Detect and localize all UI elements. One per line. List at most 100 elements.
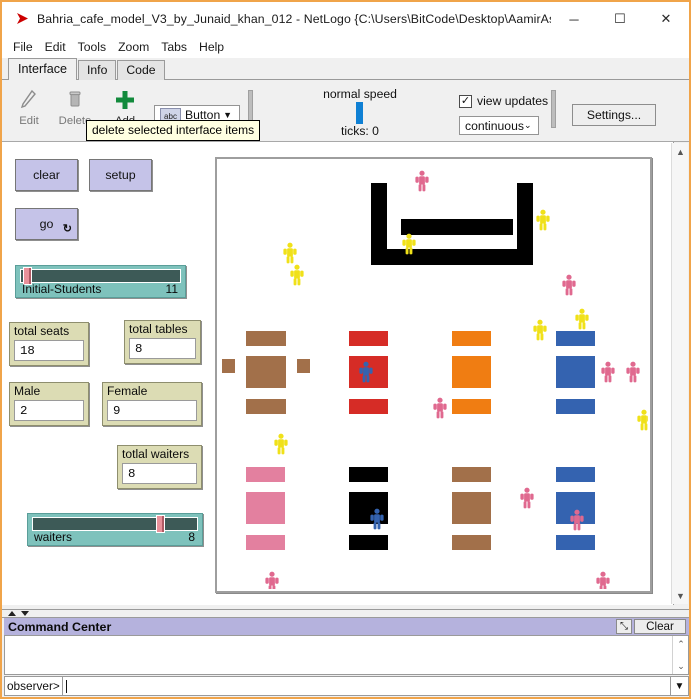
person-pink-icon: [519, 487, 535, 514]
delete-tooltip: delete selected interface items: [86, 120, 260, 141]
total-seats-value: 18: [14, 340, 84, 361]
netlogo-arrow-icon: [9, 12, 35, 27]
total-tables-value: 8: [129, 338, 196, 359]
slider-thumb-2[interactable]: [156, 515, 165, 533]
minimize-button[interactable]: ─: [551, 2, 597, 36]
view-updates-label: view updates: [477, 94, 548, 108]
world-seat: [297, 359, 310, 373]
tab-info[interactable]: Info: [78, 60, 116, 80]
world-seat: [246, 467, 285, 482]
clear-button-label: clear: [33, 168, 60, 182]
collapse-up-icon[interactable]: [8, 611, 16, 616]
speed-slider-thumb[interactable]: [356, 102, 363, 124]
go-button-label: go: [40, 217, 54, 231]
toolbar-separator-2: [551, 90, 556, 128]
world-seat: [349, 331, 388, 346]
female-monitor[interactable]: Female 9: [102, 382, 202, 426]
observer-prompt-label: observer>: [4, 676, 62, 696]
clear-button[interactable]: clear: [15, 159, 78, 191]
scroll-up-arrow[interactable]: ▲: [672, 143, 689, 160]
interface-canvas: clear setup go ↻ Initial-Students 11 tot…: [2, 142, 674, 605]
menu-help[interactable]: Help: [193, 38, 230, 56]
command-input[interactable]: [62, 676, 671, 696]
scroll-down-arrow[interactable]: ▼: [672, 587, 689, 604]
world-seat: [349, 467, 388, 482]
interface-scrollbar[interactable]: ▲ ▼: [671, 143, 688, 604]
person-pink-icon: [600, 361, 616, 388]
close-button[interactable]: ✕: [643, 2, 689, 36]
edit-tool-label: Edit: [19, 115, 38, 127]
setup-button[interactable]: setup: [89, 159, 152, 191]
world-seat: [452, 535, 491, 550]
world-seat: [349, 399, 388, 414]
person-blue-icon: [369, 508, 385, 535]
total-waiters-value: 8: [122, 463, 197, 484]
person-yellow-icon: [535, 209, 551, 236]
expand-icon[interactable]: ⤡: [616, 619, 632, 634]
history-dropdown-button[interactable]: ▼: [671, 676, 689, 696]
person-pink-icon: [414, 170, 430, 197]
edit-tool-button[interactable]: Edit: [6, 85, 52, 135]
total-tables-monitor[interactable]: total tables 8: [124, 320, 201, 364]
world-seat: [222, 359, 235, 373]
collapse-down-icon[interactable]: [21, 611, 29, 616]
command-center-output[interactable]: ⌃ ⌄: [4, 635, 689, 675]
update-mode-select[interactable]: continuous ⌄: [459, 116, 539, 135]
world-seat: [556, 535, 595, 550]
go-button[interactable]: go ↻: [15, 208, 78, 240]
menu-tools[interactable]: Tools: [72, 38, 112, 56]
view-updates-checkbox[interactable]: ✓ view updates: [459, 94, 548, 108]
plus-icon: [114, 89, 136, 111]
male-monitor[interactable]: Male 2: [9, 382, 89, 426]
world-counter-wall-right: [517, 183, 533, 265]
person-pink-icon: [561, 274, 577, 301]
clear-output-button[interactable]: Clear: [634, 619, 686, 634]
netlogo-window: Bahria_cafe_model_V3_by_Junaid_khan_012 …: [0, 0, 691, 699]
checkbox-check-icon: ✓: [459, 95, 472, 108]
output-scrollbar[interactable]: ⌃ ⌄: [672, 636, 688, 674]
tab-code[interactable]: Code: [117, 60, 164, 80]
output-scroll-up-icon[interactable]: ⌃: [673, 637, 689, 651]
update-mode-value: continuous: [465, 119, 524, 133]
world-seat: [556, 399, 595, 414]
female-value: 9: [107, 400, 197, 421]
tab-interface[interactable]: Interface: [8, 58, 77, 80]
waiters-slider[interactable]: waiters 8: [27, 513, 203, 546]
menu-edit[interactable]: Edit: [39, 38, 72, 56]
male-caption: Male: [14, 384, 40, 398]
world-counter-wall-bottom: [371, 249, 533, 265]
total-tables-caption: total tables: [129, 322, 188, 336]
menu-zoom[interactable]: Zoom: [112, 38, 155, 56]
title-bar: Bahria_cafe_model_V3_by_Junaid_khan_012 …: [2, 2, 689, 36]
maximize-button[interactable]: ☐: [597, 2, 643, 36]
world-view[interactable]: [215, 157, 652, 593]
person-pink-icon: [432, 397, 448, 424]
output-scroll-down-icon[interactable]: ⌄: [673, 659, 689, 673]
initial-students-slider-label: Initial-Students: [22, 282, 101, 296]
chevron-down-icon: ▼: [223, 110, 232, 120]
person-yellow-icon: [273, 433, 289, 460]
ticks-label: ticks: 0: [285, 124, 435, 138]
menu-tabs[interactable]: Tabs: [155, 38, 193, 56]
person-yellow-icon: [532, 319, 548, 346]
menu-file[interactable]: File: [7, 38, 39, 56]
window-title: Bahria_cafe_model_V3_by_Junaid_khan_012 …: [35, 12, 551, 26]
trash-icon: [65, 89, 85, 111]
slider-track-2[interactable]: [32, 517, 198, 531]
waiters-slider-label: waiters: [34, 530, 72, 544]
settings-button[interactable]: Settings...: [572, 104, 656, 126]
command-center-header: Command Center ⤡ Clear: [4, 618, 689, 635]
slider-track[interactable]: [20, 269, 181, 283]
initial-students-slider[interactable]: Initial-Students 11: [15, 265, 186, 298]
command-center-divider[interactable]: [2, 609, 691, 618]
world-canvas[interactable]: [219, 161, 648, 589]
forever-loop-icon: ↻: [63, 222, 72, 235]
total-waiters-monitor[interactable]: totlal waiters 8: [117, 445, 202, 489]
total-seats-monitor[interactable]: total seats 18: [9, 322, 89, 366]
world-table: [246, 492, 285, 524]
person-pink-icon: [569, 509, 585, 536]
world-seat: [246, 399, 286, 414]
total-waiters-caption: totlal waiters: [122, 447, 189, 461]
world-counter-bar: [401, 219, 513, 235]
chevron-down-icon-2: ⌄: [524, 120, 532, 131]
